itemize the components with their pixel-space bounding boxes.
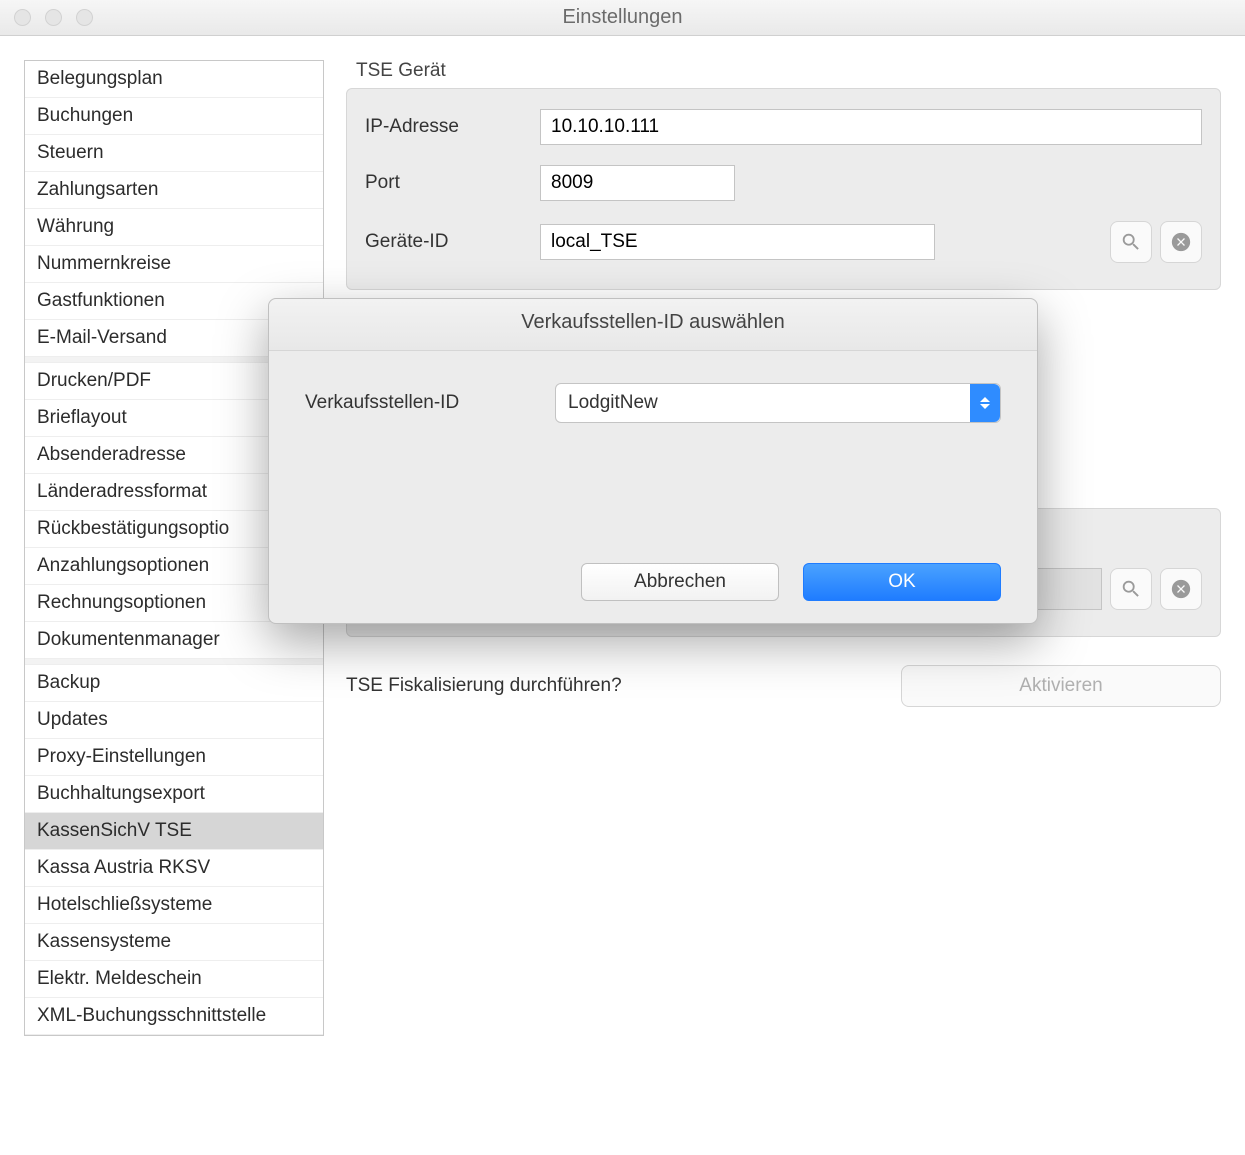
sidebar-item[interactable]: Kassa Austria RKSV <box>25 850 323 887</box>
cancel-button[interactable]: Abbrechen <box>581 563 779 601</box>
sidebar-item[interactable]: Zahlungsarten <box>25 172 323 209</box>
search-icon <box>1120 578 1142 600</box>
sidebar-item[interactable]: Updates <box>25 702 323 739</box>
activate-button[interactable]: Aktivieren <box>901 665 1221 707</box>
ok-button[interactable]: OK <box>803 563 1001 601</box>
sidebar-item[interactable]: Währung <box>25 209 323 246</box>
sidebar-item[interactable]: Kassensysteme <box>25 924 323 961</box>
port-input[interactable] <box>540 165 735 201</box>
device-search-button[interactable] <box>1110 221 1152 263</box>
tse-group-label: TSE Gerät <box>346 60 1221 88</box>
sidebar-item[interactable]: Hotelschließsysteme <box>25 887 323 924</box>
sidebar-item[interactable]: Backup <box>25 665 323 702</box>
titlebar: Einstellungen <box>0 0 1245 36</box>
sidebar-item[interactable]: Elektr. Meldeschein <box>25 961 323 998</box>
select-pos-id-modal: Verkaufsstellen-ID auswählen Verkaufsste… <box>268 298 1038 624</box>
device-id-input[interactable] <box>540 224 935 260</box>
sidebar-item[interactable]: Buchhaltungsexport <box>25 776 323 813</box>
sidebar-item[interactable]: Belegungsplan <box>25 61 323 98</box>
tse-group-box: IP-Adresse Port Geräte-ID <box>346 88 1221 290</box>
transactions-search-button[interactable] <box>1110 568 1152 610</box>
port-label: Port <box>365 172 540 194</box>
ip-input[interactable] <box>540 109 1202 145</box>
search-icon <box>1120 231 1142 253</box>
device-clear-button[interactable] <box>1160 221 1202 263</box>
device-id-label: Geräte-ID <box>365 231 540 253</box>
ip-label: IP-Adresse <box>365 116 540 138</box>
sidebar-item[interactable]: Steuern <box>25 135 323 172</box>
clear-icon <box>1170 578 1192 600</box>
clear-icon <box>1170 231 1192 253</box>
window-title: Einstellungen <box>0 6 1245 29</box>
sidebar-item[interactable]: XML-Buchungsschnittstelle <box>25 998 323 1035</box>
sidebar-item[interactable]: Dokumentenmanager <box>25 622 323 659</box>
sidebar-item[interactable]: Buchungen <box>25 98 323 135</box>
transactions-clear-button[interactable] <box>1160 568 1202 610</box>
activate-label: TSE Fiskalisierung durchführen? <box>346 675 622 697</box>
pos-id-label: Verkaufsstellen-ID <box>305 392 555 414</box>
sidebar-item[interactable]: Nummernkreise <box>25 246 323 283</box>
sidebar-item[interactable]: Proxy-Einstellungen <box>25 739 323 776</box>
sidebar-item[interactable]: KassenSichV TSE <box>25 813 323 850</box>
pos-id-value: LodgitNew <box>568 392 658 414</box>
pos-id-dropdown[interactable]: LodgitNew <box>555 383 1001 423</box>
modal-title: Verkaufsstellen-ID auswählen <box>269 299 1037 351</box>
dropdown-caret-icon <box>970 384 1000 422</box>
